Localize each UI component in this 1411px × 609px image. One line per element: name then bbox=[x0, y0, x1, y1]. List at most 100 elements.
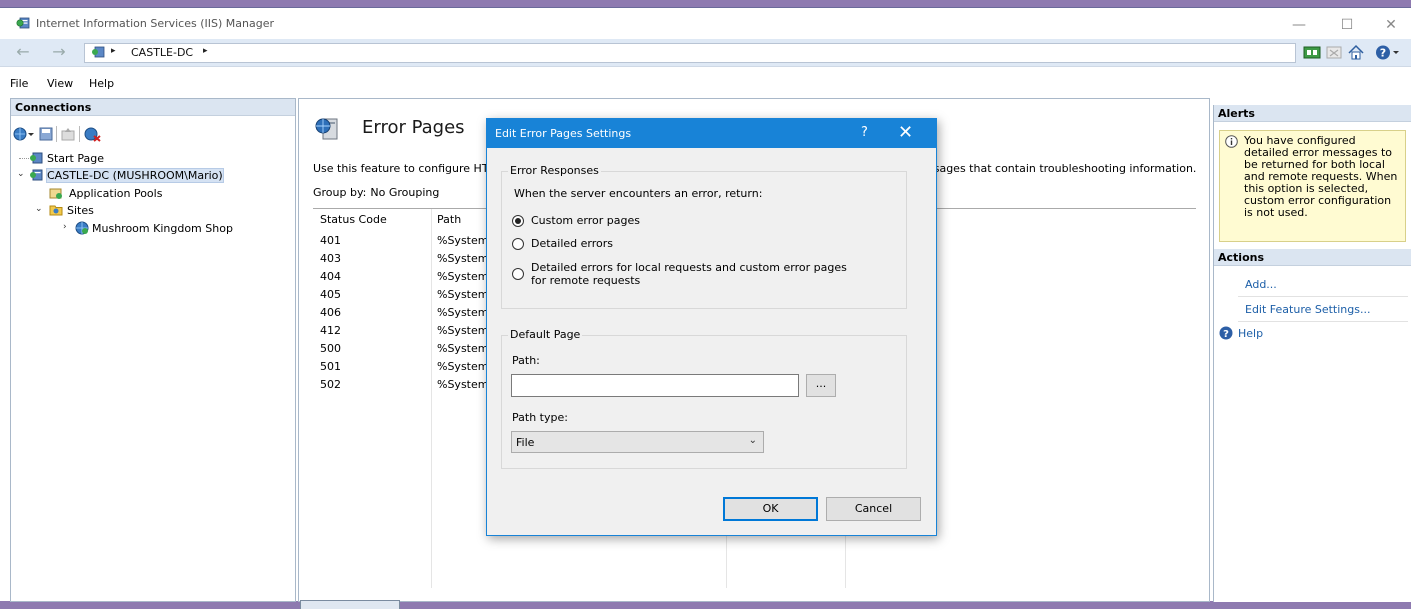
column-header-status-code[interactable]: Status Code bbox=[320, 213, 387, 226]
menu-bar: File View Help bbox=[0, 67, 1411, 97]
tree-connector bbox=[19, 158, 29, 159]
status-code-cell[interactable]: 405 bbox=[320, 288, 341, 301]
tree-label: Application Pools bbox=[69, 187, 163, 200]
status-code-cell[interactable]: 401 bbox=[320, 234, 341, 247]
feature-description-tail: ssages that contain troubleshooting info… bbox=[928, 162, 1197, 175]
iis-app-icon bbox=[16, 17, 30, 29]
menu-view[interactable]: View bbox=[47, 77, 73, 90]
app-pools-icon bbox=[49, 188, 62, 199]
menu-file[interactable]: File bbox=[10, 77, 28, 90]
sites-folder-icon bbox=[49, 205, 63, 216]
browse-button[interactable]: ... bbox=[806, 374, 836, 397]
radio-dot bbox=[515, 218, 521, 224]
edit-feature-settings-link[interactable]: Edit Feature Settings... bbox=[1245, 303, 1370, 316]
features-view-tab[interactable] bbox=[300, 600, 400, 609]
radio-circle bbox=[512, 238, 524, 250]
path-cell[interactable]: %System bbox=[437, 378, 488, 391]
breadcrumb[interactable]: ▸ CASTLE-DC ▸ bbox=[84, 43, 1296, 63]
error-responses-legend: Error Responses bbox=[508, 164, 601, 177]
cancel-button[interactable]: Cancel bbox=[826, 497, 921, 521]
stop-icon[interactable] bbox=[1325, 44, 1343, 61]
tree-label: CASTLE-DC (MUSHROOM\Mario) bbox=[46, 168, 224, 183]
path-cell[interactable]: %System bbox=[437, 360, 488, 373]
path-cell[interactable]: %System bbox=[437, 270, 488, 283]
group-by-value[interactable]: No Grouping bbox=[370, 186, 439, 199]
close-button[interactable]: ✕ bbox=[1371, 14, 1411, 36]
status-code-cell[interactable]: 412 bbox=[320, 324, 341, 337]
globe-connect-icon[interactable] bbox=[13, 126, 35, 142]
status-code-cell[interactable]: 500 bbox=[320, 342, 341, 355]
dialog-help-button[interactable]: ? bbox=[861, 125, 868, 140]
maximize-button[interactable]: ☐ bbox=[1327, 14, 1367, 36]
default-page-legend: Default Page bbox=[508, 328, 583, 341]
connections-header: Connections bbox=[11, 99, 295, 116]
path-cell[interactable]: %System bbox=[437, 234, 488, 247]
error-responses-prompt: When the server encounters an error, ret… bbox=[514, 187, 763, 200]
edit-error-pages-settings-dialog: Edit Error Pages Settings ? ✕ Error Resp… bbox=[486, 118, 937, 536]
radio-label: Custom error pages bbox=[531, 214, 640, 227]
path-label: Path: bbox=[512, 354, 540, 367]
radio-circle bbox=[512, 215, 524, 227]
expand-toggle[interactable]: ⌄ bbox=[35, 204, 43, 214]
status-code-cell[interactable]: 403 bbox=[320, 252, 341, 265]
breadcrumb-separator[interactable]: ▸ bbox=[203, 46, 208, 56]
error-pages-icon bbox=[315, 118, 338, 140]
server-icon bbox=[30, 169, 43, 181]
connect-icon[interactable] bbox=[1303, 44, 1321, 61]
path-input[interactable] bbox=[511, 374, 799, 397]
website-icon bbox=[75, 221, 89, 235]
path-cell[interactable]: %System bbox=[437, 306, 488, 319]
action-divider bbox=[1238, 321, 1408, 322]
add-action-link[interactable]: Add... bbox=[1245, 278, 1277, 291]
help-icon: ? bbox=[1219, 326, 1233, 340]
path-cell[interactable]: %System bbox=[437, 342, 488, 355]
alert-box: You have configured detailed error messa… bbox=[1219, 130, 1406, 242]
alerts-header: Alerts bbox=[1214, 105, 1411, 122]
server-icon bbox=[92, 46, 105, 58]
tree-label: Mushroom Kingdom Shop bbox=[92, 222, 233, 235]
title-bar: Internet Information Services (IIS) Mana… bbox=[0, 8, 1411, 39]
path-type-label: Path type: bbox=[512, 411, 568, 424]
home-icon[interactable] bbox=[1347, 44, 1365, 61]
toolbar-divider bbox=[79, 126, 80, 142]
alert-message: You have configured detailed error messa… bbox=[1244, 134, 1398, 219]
path-cell[interactable]: %System bbox=[437, 252, 488, 265]
expand-toggle[interactable]: › bbox=[63, 222, 67, 232]
help-action-link[interactable]: Help bbox=[1238, 327, 1263, 340]
chevron-down-icon: ⌄ bbox=[748, 435, 757, 446]
feature-description: Use this feature to configure HTT bbox=[313, 162, 496, 175]
path-type-value: File bbox=[516, 436, 535, 449]
expand-toggle[interactable]: ⌄ bbox=[17, 169, 25, 179]
svg-text:?: ? bbox=[1380, 47, 1386, 60]
start-page-icon bbox=[30, 152, 43, 164]
svg-text:?: ? bbox=[1223, 329, 1229, 340]
radio-label-line-1: Detailed errors for local requests and c… bbox=[531, 261, 847, 274]
address-bar: ← → ▸ CASTLE-DC ▸ ? bbox=[0, 39, 1411, 67]
path-type-select[interactable]: File ⌄ bbox=[511, 431, 764, 453]
up-level-icon[interactable] bbox=[61, 127, 75, 141]
status-code-cell[interactable]: 404 bbox=[320, 270, 341, 283]
dialog-close-button[interactable]: ✕ bbox=[898, 122, 913, 143]
page-title: Error Pages bbox=[362, 117, 465, 138]
group-by-label: Group by: bbox=[313, 186, 367, 199]
breadcrumb-separator[interactable]: ▸ bbox=[111, 46, 116, 56]
status-code-cell[interactable]: 406 bbox=[320, 306, 341, 319]
menu-help[interactable]: Help bbox=[89, 77, 114, 90]
path-cell[interactable]: %System bbox=[437, 324, 488, 337]
ok-button[interactable]: OK bbox=[723, 497, 818, 521]
column-header-path[interactable]: Path bbox=[437, 213, 461, 226]
group-by-control[interactable]: Group by: No Grouping bbox=[313, 186, 439, 199]
forward-button[interactable]: → bbox=[48, 43, 70, 63]
disconnect-icon[interactable] bbox=[84, 126, 102, 142]
save-icon[interactable] bbox=[39, 127, 53, 141]
back-button[interactable]: ← bbox=[12, 43, 34, 63]
dialog-title-bar: Edit Error Pages Settings ? ✕ bbox=[487, 119, 936, 148]
window-title: Internet Information Services (IIS) Mana… bbox=[36, 17, 274, 30]
minimize-button[interactable]: — bbox=[1279, 14, 1319, 36]
breadcrumb-server[interactable]: CASTLE-DC bbox=[131, 46, 193, 59]
help-dropdown-icon[interactable]: ? bbox=[1375, 44, 1401, 61]
status-code-cell[interactable]: 502 bbox=[320, 378, 341, 391]
status-code-cell[interactable]: 501 bbox=[320, 360, 341, 373]
path-cell[interactable]: %System bbox=[437, 288, 488, 301]
column-separator bbox=[431, 209, 432, 588]
